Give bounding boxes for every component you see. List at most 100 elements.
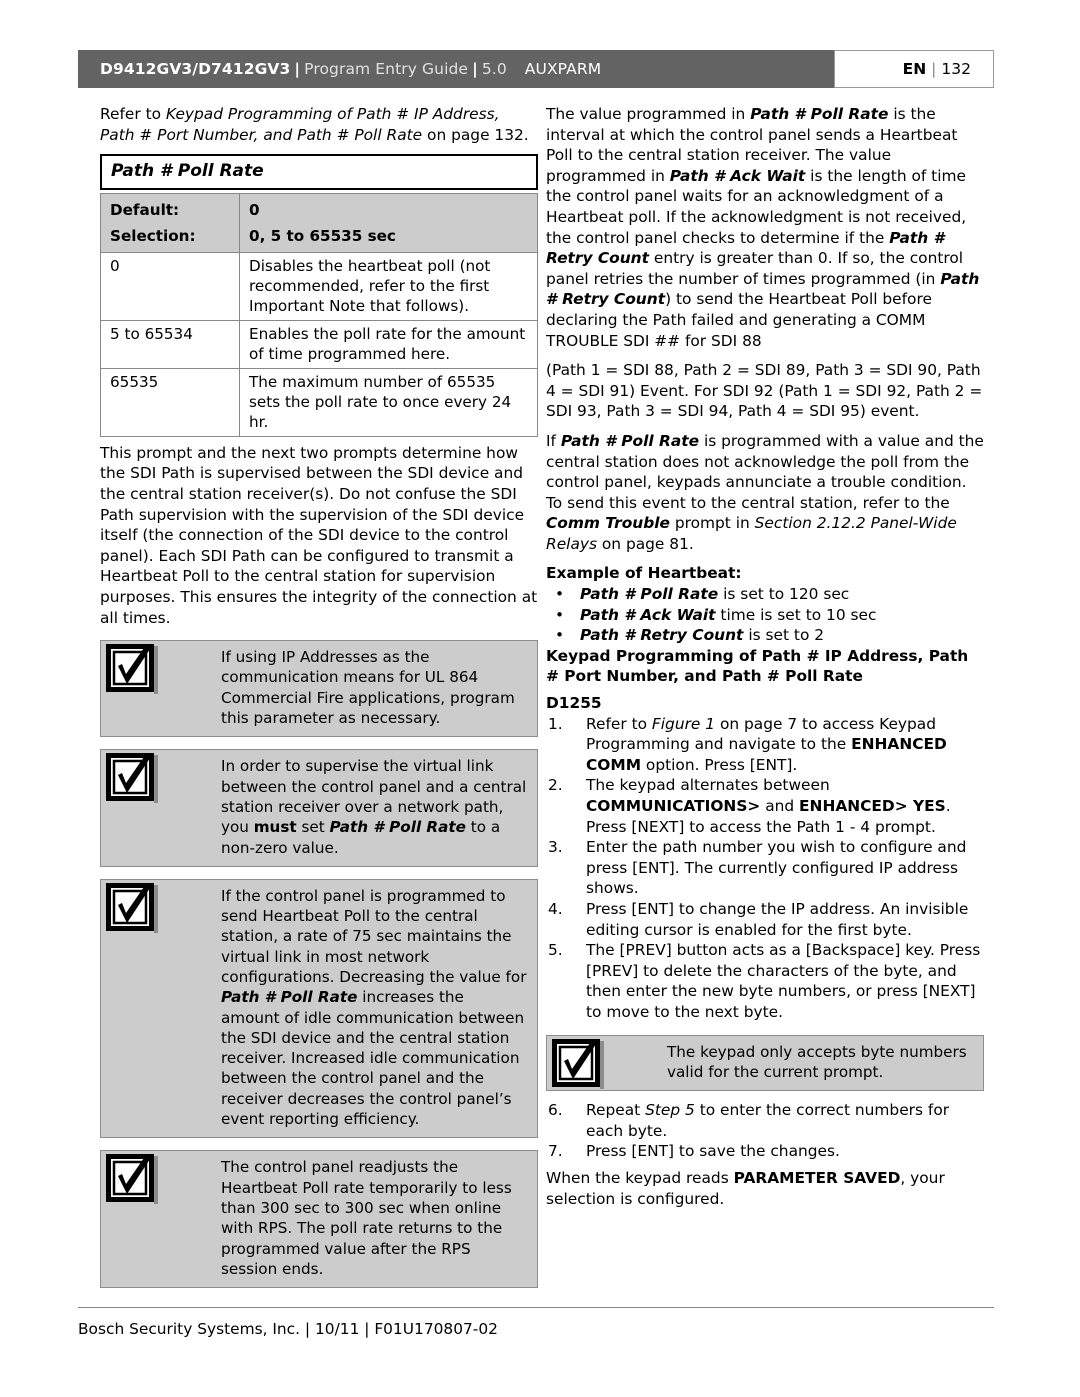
document-page: D9412GV3/D7412GV3 | Program Entry Guide … (0, 0, 1080, 1397)
right-column: The value programmed in Path # Poll Rate… (546, 104, 984, 1218)
bullet-param-name: Path # Ack Wait (580, 605, 716, 624)
important-note-3: If the control panel is programmed to se… (100, 878, 538, 1139)
step-body: Press [ENT] to save the changes. (586, 1142, 840, 1161)
checkbox-check-icon (105, 753, 159, 805)
bullet-param-name: Path # Retry Count (580, 626, 744, 645)
intro-lead: Refer to (100, 105, 166, 123)
list-item: • Path # Retry Count is set to 2 (546, 625, 984, 646)
note-2-text: In order to supervise the virtual link b… (221, 750, 537, 865)
step-body: Enter the path number you wish to config… (586, 838, 967, 898)
important-note-1: If using IP Addresses as the communicati… (100, 640, 538, 738)
note-2-bold-must: must (253, 818, 297, 837)
right-paragraph-2: (Path 1 = SDI 88, Path 2 = SDI 89, Path … (546, 361, 983, 421)
important-note-2: In order to supervise the virtual link b… (100, 749, 538, 867)
step1-figure-reference: Figure 1 (651, 714, 716, 733)
step-number: 2. (548, 776, 563, 795)
step6-step-reference: Step 5 (645, 1101, 695, 1120)
list-item: 6. Repeat Step 5 to enter the correct nu… (546, 1100, 984, 1141)
left-column: Refer to Keypad Programming of Path # IP… (100, 104, 538, 1289)
list-item: 7. Press [ENT] to save the changes. (546, 1141, 984, 1162)
note-3-text: If the control panel is programmed to se… (221, 880, 537, 1138)
bullet-body: Path # Retry Count is set to 2 (580, 625, 984, 646)
step-body: Refer to Figure 1 on page 7 to access Ke… (586, 714, 984, 776)
spec-selection-row: Selection: 0, 5 to 65535 sec (100, 221, 538, 253)
step-body: Press [ENT] to change the IP address. An… (586, 899, 969, 939)
right-paragraph-3: If Path # Poll Rate is programmed with a… (546, 431, 984, 555)
checkbox-check-icon (105, 882, 159, 935)
example-bullet-list: • Path # Poll Rate is set to 120 sec • P… (546, 584, 984, 646)
note-5-text: The keypad only accepts byte numbers val… (667, 1042, 967, 1081)
note-3-part-1: If the control panel is programmed to se… (221, 886, 527, 986)
step-number: 3. (548, 838, 563, 857)
spec-default-row: Default: 0 (100, 192, 538, 222)
checkbox-check-icon (105, 644, 159, 696)
note-2-param-name: Path # Poll Rate (329, 818, 466, 837)
table-row: 65535 The maximum number of 65535 sets t… (100, 367, 538, 437)
table-row: 5 to 65534 Enables the poll rate for the… (100, 319, 538, 369)
list-item: • Path # Poll Rate is set to 120 sec (546, 584, 984, 605)
header-separator-2: | (472, 60, 478, 78)
step-number: 1. (548, 714, 563, 733)
rp1-part-1: The value programmed in (546, 105, 751, 123)
bullet-icon: • (555, 605, 565, 624)
spec-row-desc: Enables the poll rate for the amount of … (239, 319, 538, 369)
header-separator-1: | (294, 60, 301, 78)
step-number: 5. (548, 941, 563, 960)
spec-table: Default: 0 Selection: 0, 5 to 65535 sec … (100, 192, 538, 437)
header-guide-name: Program Entry Guide (304, 60, 469, 78)
table-row: 0 Disables the heartbeat poll (not recom… (100, 251, 538, 321)
spec-default-value: 0 (239, 192, 538, 222)
list-item: 4. Press [ENT] to change the IP address.… (546, 899, 984, 940)
list-item: 5. The [PREV] button acts as a [Backspac… (546, 940, 984, 1022)
header-page-indicator: EN | 132 (834, 50, 994, 88)
closing-part-1: When the keypad reads (546, 1168, 734, 1187)
rp3-part-1: If (546, 431, 561, 450)
intro-tail: on page 132. (422, 125, 529, 144)
note-1-text: If using IP Addresses as the communicati… (221, 648, 515, 728)
rp3-part-4: on page 81. (597, 534, 694, 553)
checkbox-check-icon (551, 1038, 605, 1091)
bullet-rest: time is set to 10 sec (715, 605, 877, 624)
rp3-param-comm-trouble: Comm Trouble (546, 514, 670, 533)
rp1-param-ack-wait: Path # Ack Wait (669, 166, 806, 185)
keypad-programming-heading: Keypad Programming of Path # IP Address,… (546, 646, 969, 686)
note-3-param-name: Path # Poll Rate (221, 988, 358, 1007)
step-number: 7. (548, 1142, 563, 1161)
important-note-5: The keypad only accepts byte numbers val… (546, 1034, 984, 1092)
note-4-text: The control panel readjusts the Heartbea… (221, 1158, 512, 1278)
rp3-part-3: prompt in (669, 514, 755, 533)
header-model: D9412GV3/D7412GV3 (100, 60, 291, 78)
step-number: 4. (548, 899, 563, 918)
bullet-rest: is set to 120 sec (718, 585, 850, 604)
important-note-4: The control panel readjusts the Heartbea… (100, 1150, 538, 1289)
bullet-icon: • (555, 626, 565, 645)
rp3-param-poll-rate: Path # Poll Rate (560, 431, 700, 450)
intro-paragraph: Refer to Keypad Programming of Path # IP… (100, 104, 538, 145)
note-2-part-2: set (296, 818, 330, 837)
bullet-body: Path # Poll Rate is set to 120 sec (580, 584, 984, 605)
spec-row-desc: Disables the heartbeat poll (not recomme… (239, 251, 538, 321)
step1-part-3: option. Press [ENT]. (641, 755, 798, 774)
prompt-title-box: Path # Poll Rate (100, 154, 538, 190)
closing-paragraph: When the keypad reads PARAMETER SAVED, y… (546, 1168, 984, 1209)
bullet-param-name: Path # Poll Rate (580, 585, 719, 604)
step1-part-1: Refer to (586, 714, 652, 733)
right-paragraph-1: The value programmed in Path # Poll Rate… (546, 104, 984, 351)
procedure-steps: 1. Refer to Figure 1 on page 7 to access… (546, 714, 984, 1023)
procedure-steps-continued: 6. Repeat Step 5 to enter the correct nu… (546, 1100, 984, 1162)
header-version: 5.0 (481, 60, 507, 78)
header-language: EN (902, 60, 927, 78)
step2-prompt-1: COMMUNICATIONS> (586, 797, 761, 815)
step6-part-1: Repeat (586, 1101, 646, 1120)
footer-divider (78, 1307, 994, 1308)
list-item: 2. The keypad alternates between COMMUNI… (546, 775, 984, 837)
spec-row-desc: The maximum number of 65535 sets the pol… (239, 367, 538, 437)
spec-selection-label: Selection: (100, 221, 240, 253)
spec-row-key: 0 (100, 251, 240, 321)
spec-row-key: 65535 (100, 367, 240, 437)
list-item: 1. Refer to Figure 1 on page 7 to access… (546, 714, 984, 776)
spec-selection-value: 0, 5 to 65535 sec (239, 221, 538, 253)
bullet-body: Path # Ack Wait time is set to 10 sec (580, 605, 984, 626)
bullet-icon: • (555, 585, 565, 604)
header-title-bar: D9412GV3/D7412GV3 | Program Entry Guide … (78, 50, 834, 88)
